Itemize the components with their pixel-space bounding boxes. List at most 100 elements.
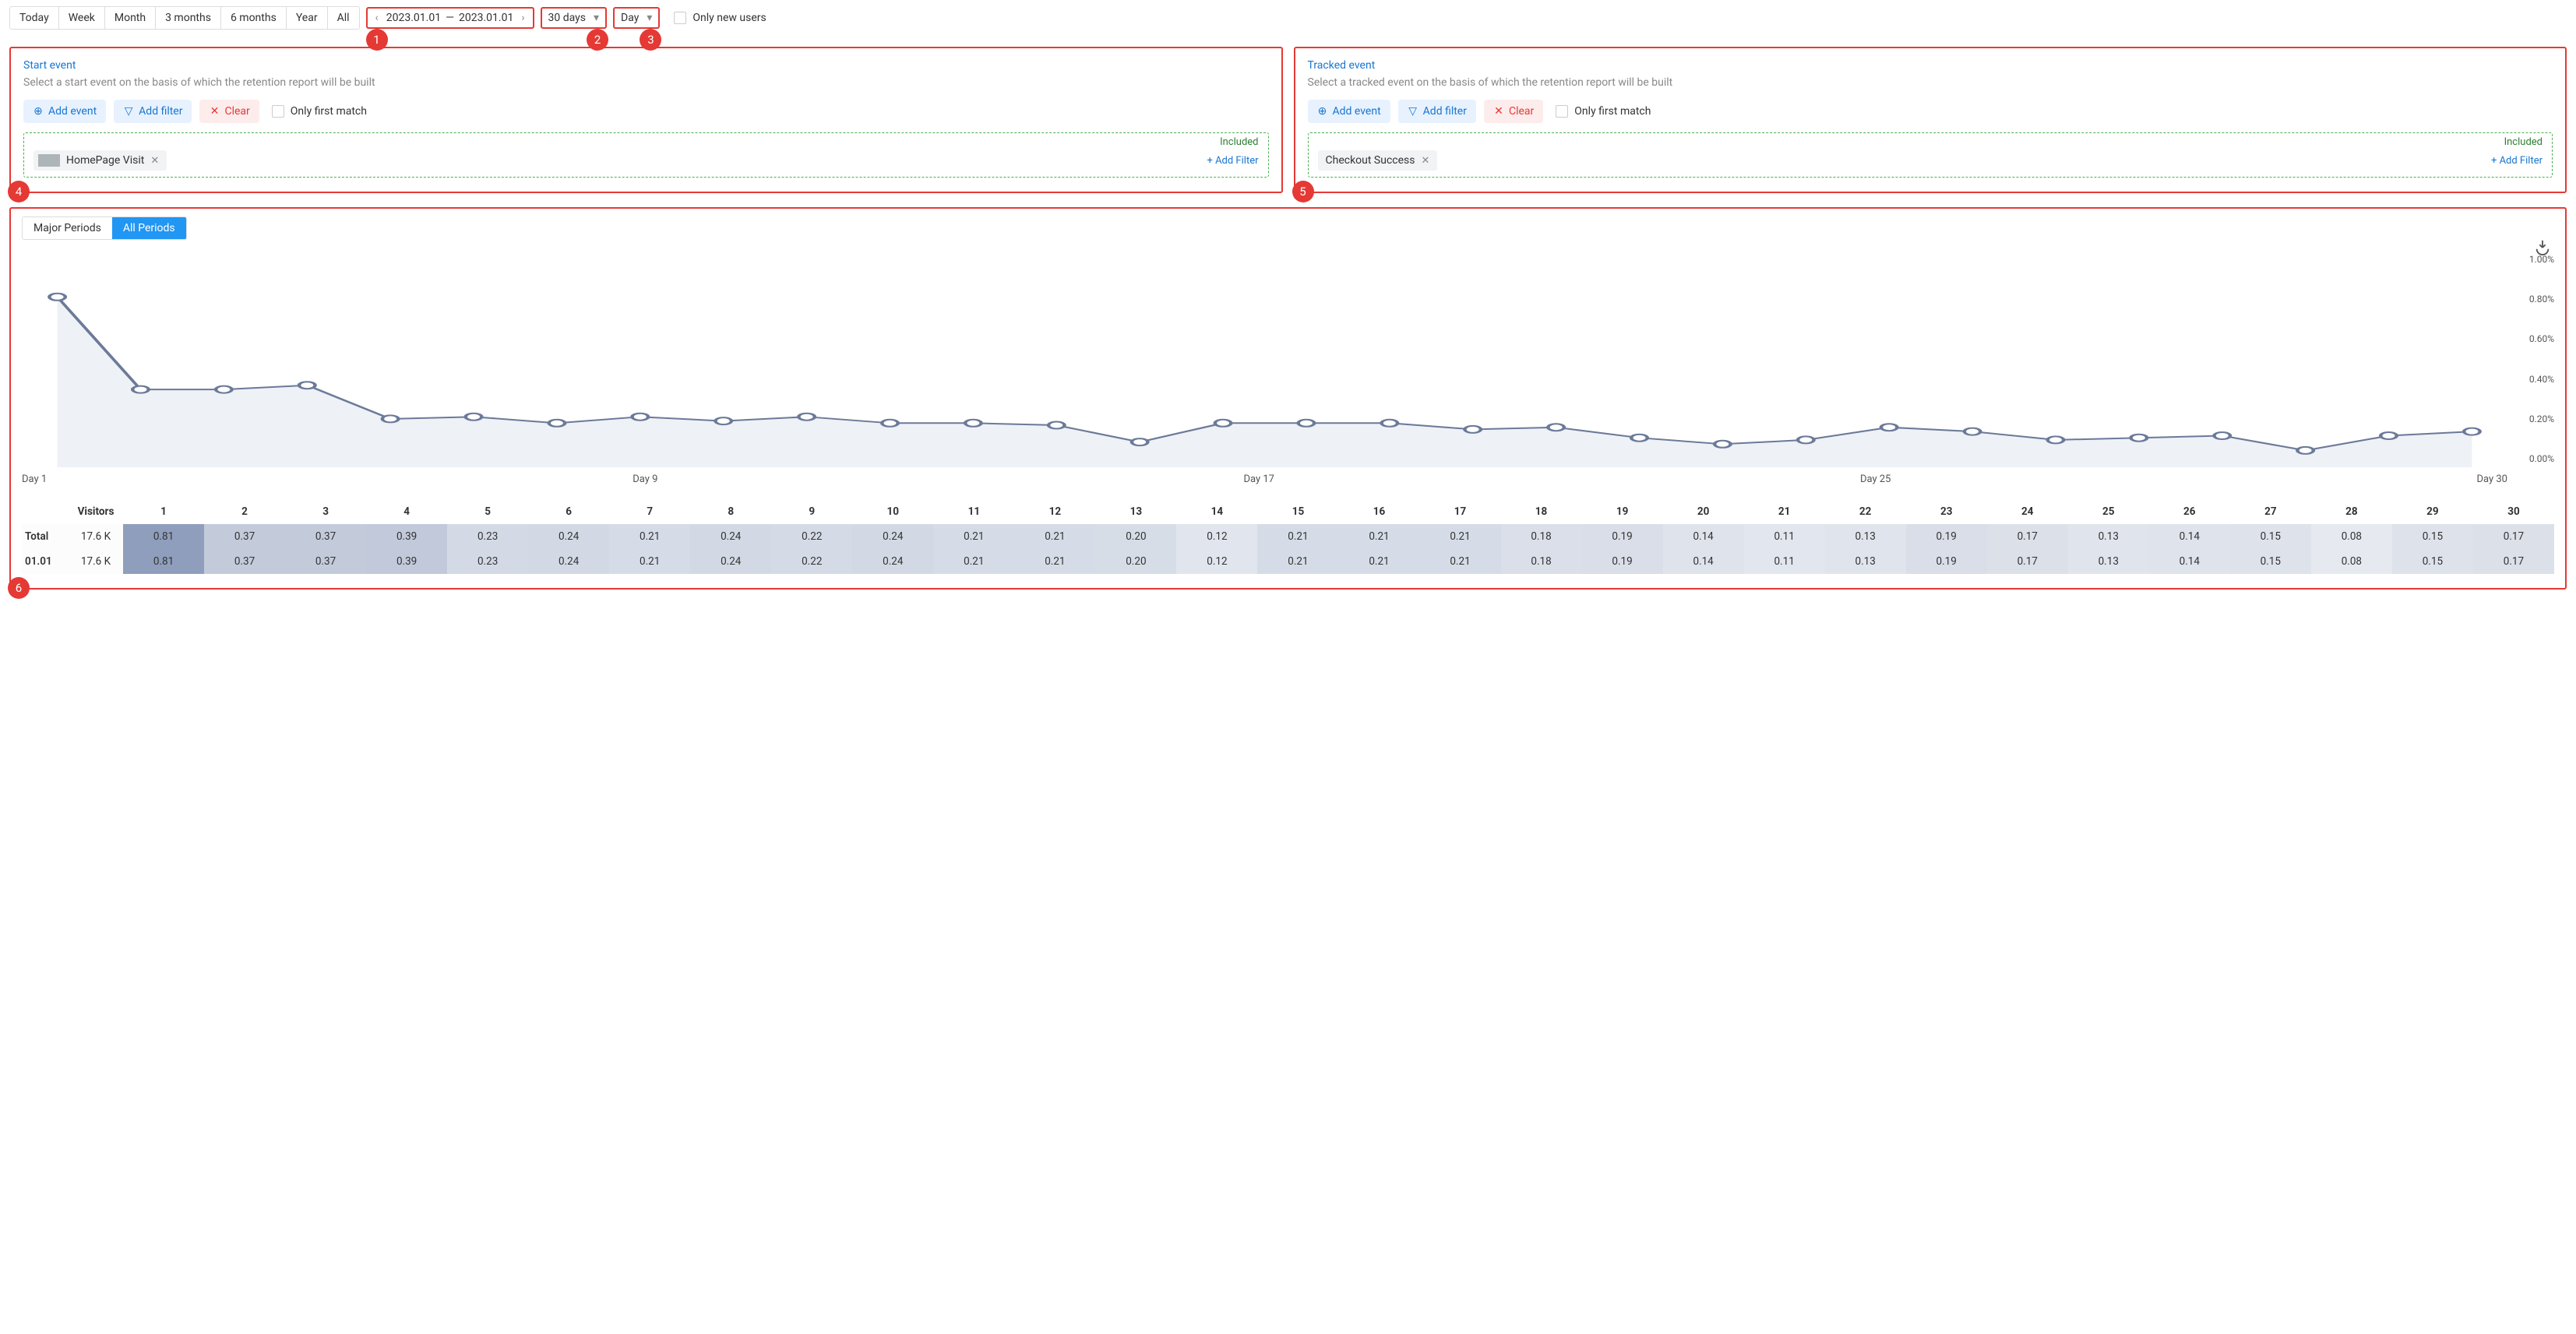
granularity-dropdown[interactable]: Day ▾ 3 [613,7,660,29]
day-header: 27 [2230,499,2311,524]
day-header: 21 [1744,499,1825,524]
day-header: 22 [1825,499,1906,524]
retention-cell: 0.17 [2473,524,2554,549]
retention-cell: 0.21 [1014,524,1095,549]
day-header: 20 [1663,499,1744,524]
day-header: 14 [1176,499,1257,524]
event-chip[interactable]: HomePage Visit ✕ [33,150,167,171]
checkbox-icon[interactable] [272,105,284,118]
time-range-tab[interactable]: Year [287,7,328,29]
retention-cell: 0.18 [1501,549,1582,574]
row-label: Total [22,524,69,549]
retention-chart-panel: Major Periods All Periods 1.00%0.80%0.60… [9,207,2567,590]
retention-cell: 0.14 [2149,549,2230,574]
time-range-tab[interactable]: 6 months [221,7,287,29]
retention-cell: 0.15 [2230,549,2311,574]
y-tick-label: 0.20% [2529,414,2554,424]
retention-cell: 0.21 [1420,524,1501,549]
callout-badge-2: 2 [587,29,608,51]
retention-cell: 0.19 [1906,549,1987,574]
day-header: 26 [2149,499,2230,524]
table-row: Total17.6 K0.810.370.370.390.230.240.210… [22,524,2554,549]
retention-cell: 0.24 [528,524,609,549]
clear-button[interactable]: ✕ Clear [1484,100,1543,123]
retention-line-chart [22,257,2507,467]
add-filter-link[interactable]: + Add Filter [2491,155,2543,167]
only-first-match-toggle[interactable]: Only first match [272,105,367,118]
tab-major-periods[interactable]: Major Periods [23,217,112,239]
visitors-cell: 17.6 K [69,549,123,574]
add-event-button[interactable]: ⊕ Add event [23,100,106,123]
day-header: 7 [609,499,690,524]
add-filter-link[interactable]: + Add Filter [1207,155,1258,167]
funnel-icon: ▽ [123,105,134,118]
x-tick-label: Day 25 [1860,473,1891,485]
included-label: Included [2504,136,2543,148]
only-first-match-toggle[interactable]: Only first match [1556,105,1651,118]
close-icon: ✕ [1493,105,1504,118]
retention-cell: 0.23 [447,524,528,549]
event-color-swatch [38,154,60,167]
add-event-button[interactable]: ⊕ Add event [1308,100,1390,123]
included-label: Included [1220,136,1258,148]
retention-cell: 0.13 [1825,549,1906,574]
remove-chip-icon[interactable]: ✕ [150,155,159,167]
period-length-dropdown[interactable]: 30 days ▾ 2 [541,7,608,29]
start-event-panel: Start event Select a start event on the … [9,47,1283,193]
y-tick-label: 0.80% [2529,294,2554,304]
time-range-tab[interactable]: All [328,7,359,29]
day-header: 11 [933,499,1014,524]
tab-all-periods[interactable]: All Periods [112,217,186,239]
retention-cell: 0.13 [2068,549,2149,574]
event-chip[interactable]: Checkout Success ✕ [1318,150,1438,171]
retention-cell: 0.37 [204,524,285,549]
only-new-users-toggle[interactable]: Only new users [674,12,766,24]
day-header: 30 [2473,499,2554,524]
only-new-users-label: Only new users [692,12,766,24]
retention-cell: 0.21 [933,549,1014,574]
checkbox-icon[interactable] [674,12,686,24]
plus-icon: + [2491,155,2497,167]
caret-down-icon: ▾ [594,12,599,24]
remove-chip-icon[interactable]: ✕ [1422,155,1430,167]
time-range-tab[interactable]: Today [10,7,59,29]
add-filter-button[interactable]: ▽ Add filter [1398,100,1476,123]
chevron-left-icon[interactable]: ‹ [372,12,382,24]
retention-cell: 0.12 [1176,549,1257,574]
retention-cell: 0.21 [1257,524,1338,549]
date-range-picker[interactable]: ‹ 2023.01.01 — 2023.01.01 › 1 [366,7,534,29]
tracked-event-title: Tracked event [1308,59,2553,72]
retention-cell: 0.21 [1338,549,1419,574]
x-tick-label: Day 17 [1243,473,1274,485]
time-range-tab[interactable]: Month [105,7,156,29]
x-tick-label: Day 9 [633,473,657,485]
caret-down-icon: ▾ [647,12,652,24]
granularity-value: Day [621,12,639,24]
clear-button[interactable]: ✕ Clear [199,100,259,123]
time-range-tab[interactable]: Week [59,7,105,29]
retention-cell: 0.23 [447,549,528,574]
time-range-tabs: TodayWeekMonth3 months6 monthsYearAll [9,6,360,30]
checkbox-icon[interactable] [1556,105,1568,118]
retention-cell: 0.19 [1582,549,1663,574]
day-header: 10 [852,499,933,524]
retention-cell: 0.21 [609,524,690,549]
date-start: 2023.01.01 [386,12,441,24]
retention-cell: 0.14 [2149,524,2230,549]
day-header: 4 [366,499,447,524]
retention-cell: 0.21 [1338,524,1419,549]
tracked-event-panel: Tracked event Select a tracked event on … [1294,47,2567,193]
add-filter-button[interactable]: ▽ Add filter [114,100,192,123]
retention-cell: 0.12 [1176,524,1257,549]
retention-cell: 0.21 [1257,549,1338,574]
retention-cell: 0.17 [1987,549,2068,574]
chevron-right-icon[interactable]: › [518,12,527,24]
day-header: 24 [1987,499,2068,524]
time-range-tab[interactable]: 3 months [156,7,221,29]
x-tick-label: Day 30 [2476,473,2507,485]
day-header: 5 [447,499,528,524]
retention-cell: 0.14 [1663,549,1744,574]
x-axis-ticks: Day 1Day 9Day 17Day 25Day 30 [22,473,2507,491]
retention-cell: 0.21 [1420,549,1501,574]
y-axis-ticks: 1.00%0.80%0.60%0.40%0.20%0.00% [2529,254,2554,464]
